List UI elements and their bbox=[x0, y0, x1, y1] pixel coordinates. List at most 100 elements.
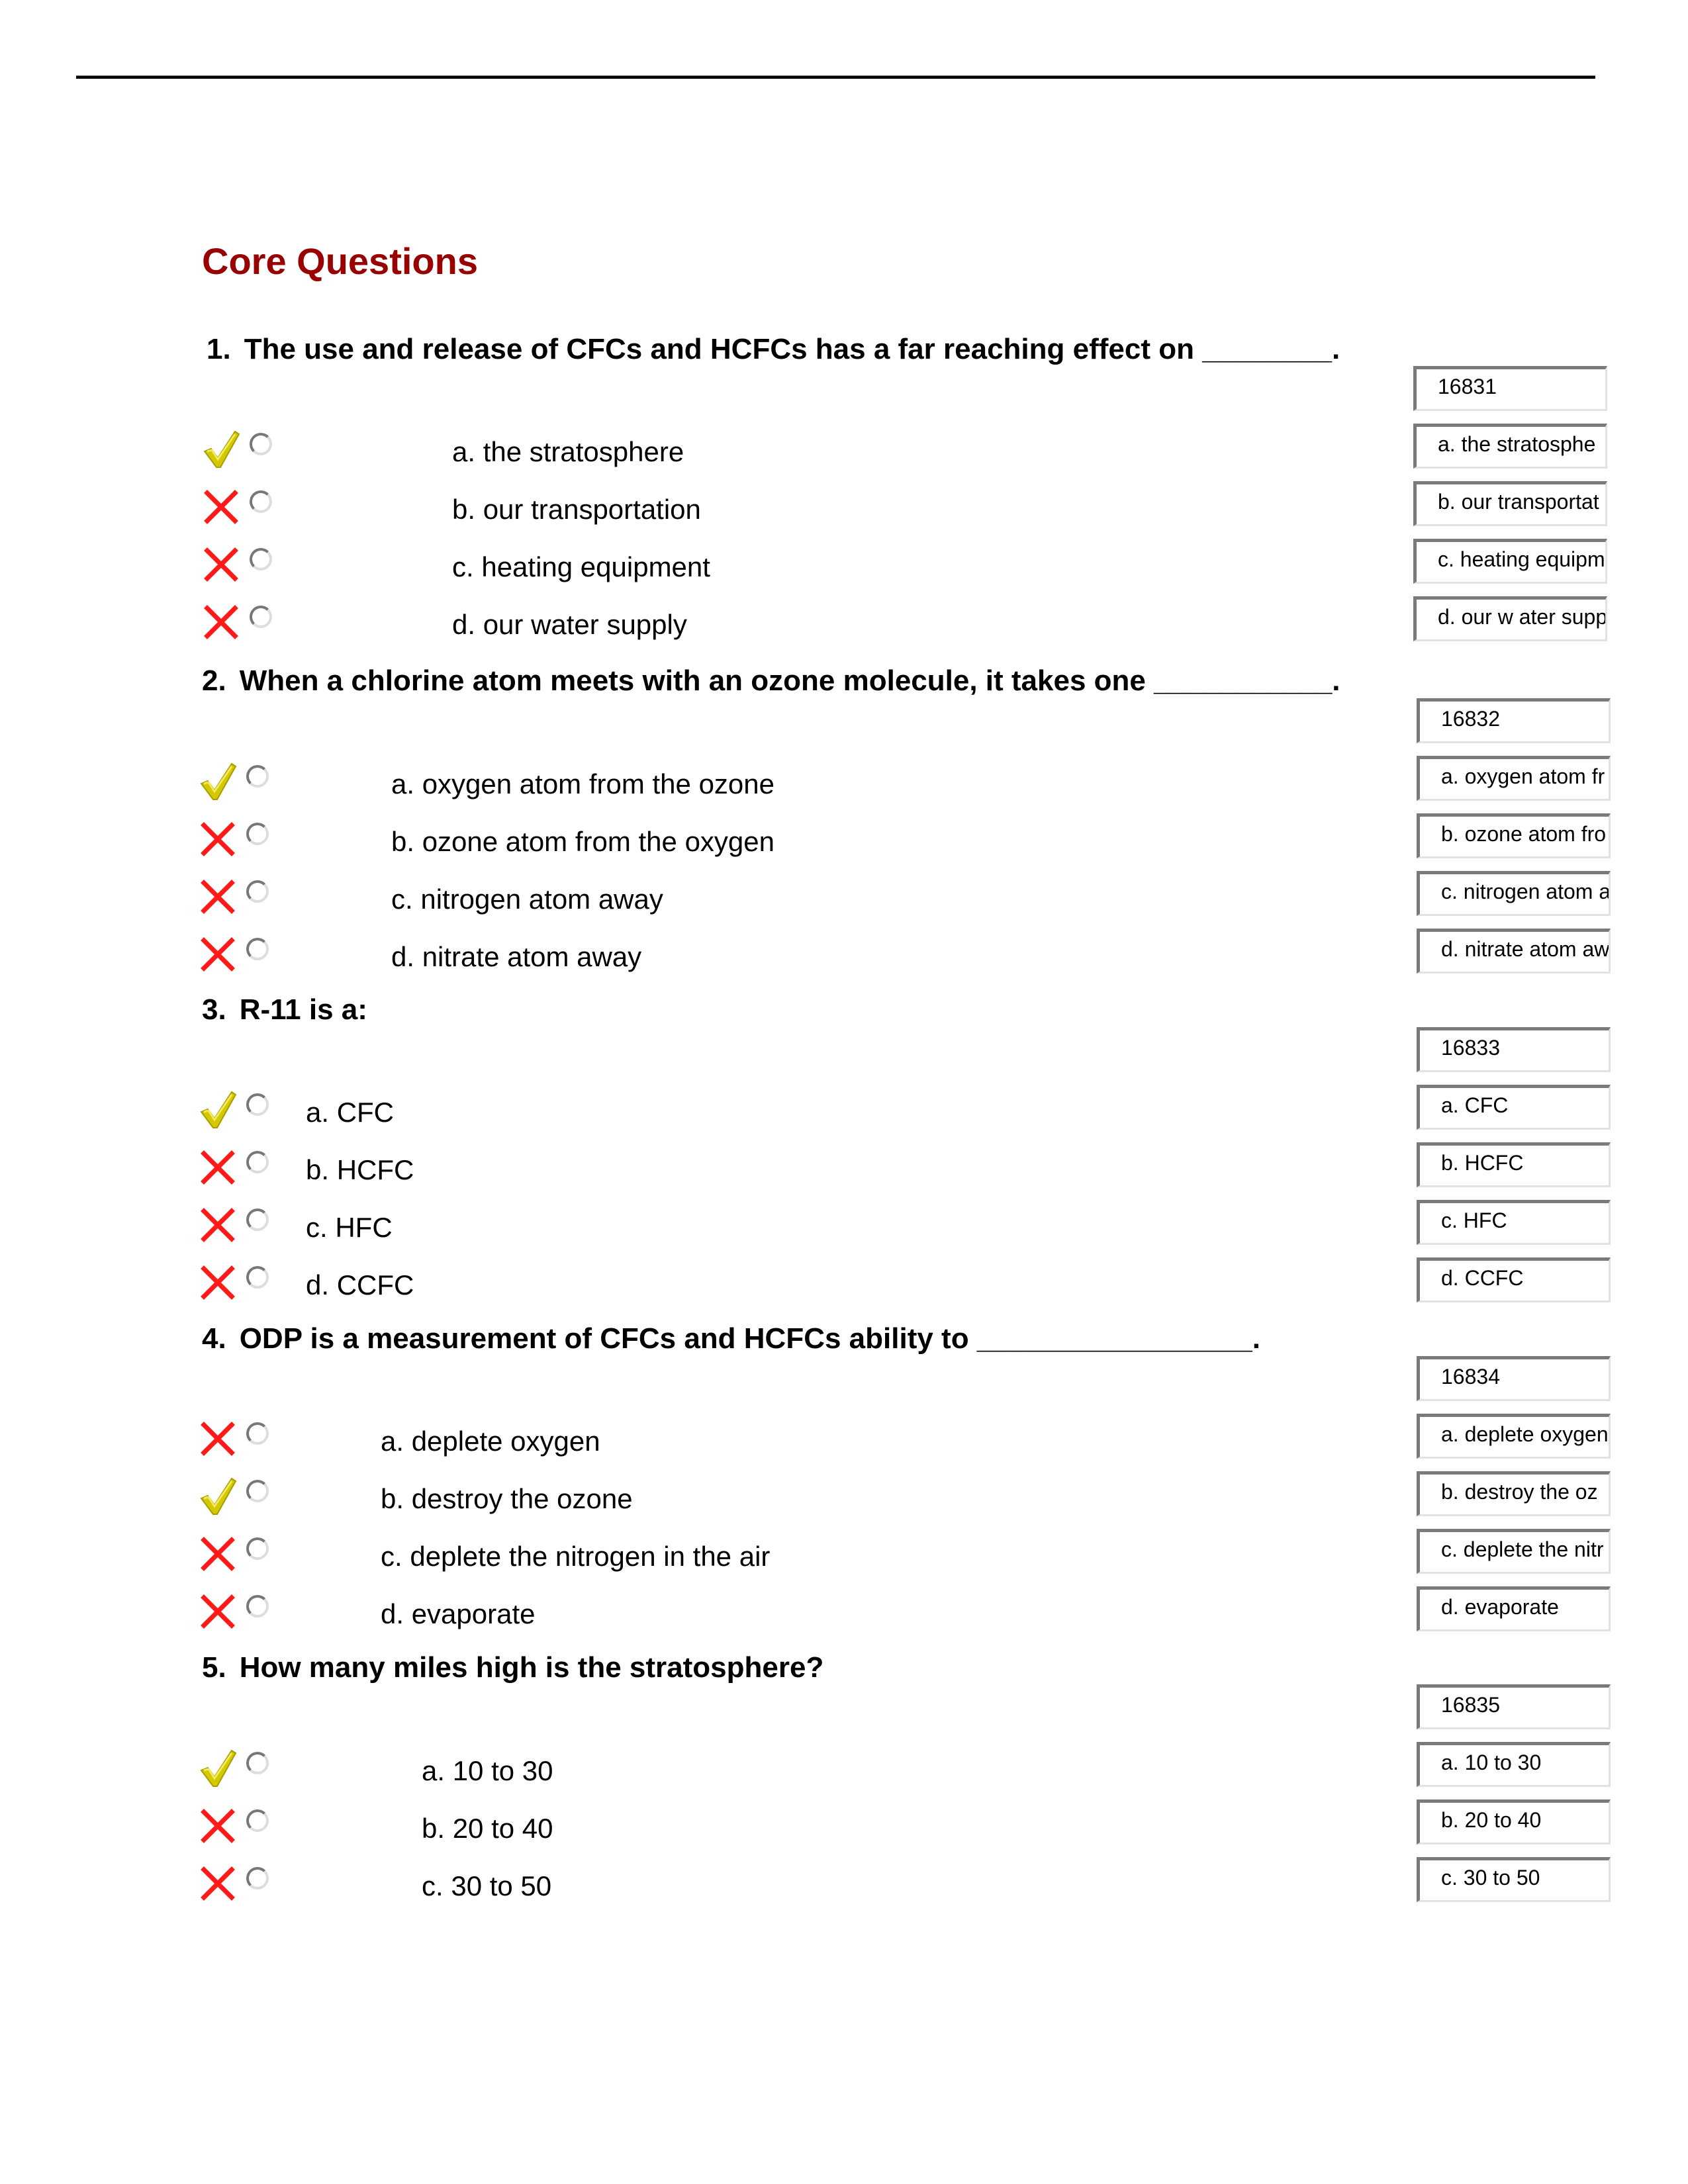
option-text-field[interactable]: d. CCFC bbox=[1417, 1257, 1611, 1302]
option-text-field[interactable]: a. deplete oxygen bbox=[1417, 1414, 1611, 1459]
answer-radio[interactable] bbox=[246, 1537, 269, 1560]
answer-option: a. 10 to 30 bbox=[199, 1748, 1324, 1788]
option-text-field[interactable]: b. HCFC bbox=[1417, 1142, 1611, 1187]
option-label: a. CFC bbox=[306, 1097, 395, 1128]
answer-radio[interactable] bbox=[246, 1595, 269, 1617]
correct-check-icon bbox=[199, 1089, 240, 1130]
option-text-field[interactable]: d. nitrate atom aw bbox=[1417, 929, 1611, 974]
top-rule bbox=[76, 75, 1595, 79]
option-label: c. nitrogen atom away bbox=[391, 884, 663, 915]
incorrect-x-icon bbox=[199, 1147, 240, 1188]
answer-option: c. deplete the nitrogen in the air bbox=[199, 1533, 1324, 1573]
option-label: d. evaporate bbox=[381, 1598, 536, 1629]
answer-option: b. our transportation bbox=[202, 486, 1327, 526]
answer-option: d. evaporate bbox=[199, 1591, 1324, 1631]
answer-option: c. HFC bbox=[199, 1205, 1324, 1244]
option-label: b. ozone atom from the oxygen bbox=[391, 826, 774, 857]
answer-option: d. CCFC bbox=[199, 1262, 1324, 1302]
answer-radio[interactable] bbox=[250, 490, 272, 513]
correct-check-icon bbox=[199, 761, 240, 802]
option-text-field[interactable]: c. 30 to 50 bbox=[1417, 1857, 1611, 1902]
question-text: How many miles high is the stratosphere? bbox=[239, 1651, 824, 1684]
option-label: c. heating equipment bbox=[452, 551, 710, 582]
incorrect-x-icon bbox=[199, 876, 240, 917]
answer-option: d. our water supply bbox=[202, 602, 1327, 641]
answer-radio[interactable] bbox=[250, 433, 272, 455]
answer-radio[interactable] bbox=[250, 548, 272, 570]
question-number: 1. bbox=[207, 333, 231, 365]
answer-radio[interactable] bbox=[250, 606, 272, 628]
option-label: a. the stratosphere bbox=[452, 436, 684, 467]
incorrect-x-icon bbox=[199, 1418, 240, 1459]
answer-radio[interactable] bbox=[246, 1752, 269, 1774]
answer-option: b. 20 to 40 bbox=[199, 1805, 1324, 1845]
option-text-field[interactable]: b. our transportat bbox=[1413, 481, 1607, 526]
option-label: d. our water supply bbox=[452, 609, 687, 640]
answer-option: d. nitrate atom away bbox=[199, 934, 1324, 974]
answer-option: a. deplete oxygen bbox=[199, 1418, 1324, 1458]
answer-radio[interactable] bbox=[246, 1093, 269, 1116]
option-text-field[interactable]: a. oxygen atom fr bbox=[1417, 756, 1611, 801]
answer-radio[interactable] bbox=[246, 938, 269, 960]
option-label: a. deplete oxygen bbox=[381, 1426, 600, 1457]
question-5: 5. How many miles high is the stratospher… bbox=[202, 1651, 823, 1685]
correct-check-icon bbox=[199, 1748, 240, 1789]
question-number: 3. bbox=[202, 993, 226, 1026]
question-number: 4. bbox=[202, 1322, 226, 1355]
option-text-field[interactable]: b. 20 to 40 bbox=[1417, 1799, 1611, 1844]
option-text-field[interactable]: c. deplete the nitr bbox=[1417, 1529, 1611, 1574]
question-id-field[interactable]: 16834 bbox=[1417, 1356, 1611, 1401]
option-text-field[interactable]: b. destroy the oz bbox=[1417, 1471, 1611, 1516]
question-id-field[interactable]: 16833 bbox=[1417, 1027, 1611, 1072]
answer-radio[interactable] bbox=[246, 1266, 269, 1289]
answer-radio[interactable] bbox=[246, 823, 269, 845]
incorrect-x-icon bbox=[199, 1591, 240, 1632]
answer-option: b. destroy the ozone bbox=[199, 1476, 1324, 1516]
option-label: b. our transportation bbox=[452, 494, 701, 525]
page-title: Core Questions bbox=[202, 240, 478, 282]
option-text-field[interactable]: c. nitrogen atom a bbox=[1417, 871, 1611, 916]
answer-radio[interactable] bbox=[246, 1480, 269, 1502]
option-text-field[interactable]: d. evaporate bbox=[1417, 1586, 1611, 1631]
option-label: c. deplete the nitrogen in the air bbox=[381, 1541, 771, 1572]
answer-radio[interactable] bbox=[246, 1151, 269, 1173]
answer-option: b. ozone atom from the oxygen bbox=[199, 819, 1324, 858]
option-label: d. CCFC bbox=[306, 1269, 414, 1300]
answer-radio[interactable] bbox=[246, 1422, 269, 1445]
answer-option: c. nitrogen atom away bbox=[199, 876, 1324, 916]
incorrect-x-icon bbox=[199, 1863, 240, 1904]
answer-radio[interactable] bbox=[246, 765, 269, 788]
question-text: When a chlorine atom meets with an ozone… bbox=[239, 664, 1340, 697]
question-text: ODP is a measurement of CFCs and HCFCs a… bbox=[239, 1322, 1261, 1355]
answer-option: a. oxygen atom from the ozone bbox=[199, 761, 1324, 801]
answer-option: b. HCFC bbox=[199, 1147, 1324, 1187]
question-text: The use and release of CFCs and HCFCs ha… bbox=[244, 333, 1340, 365]
option-text-field[interactable]: c. HFC bbox=[1417, 1200, 1611, 1245]
question-4: 4. ODP is a measurement of CFCs and HCFCs… bbox=[202, 1322, 1260, 1356]
option-text-field[interactable]: d. our w ater supp bbox=[1413, 596, 1607, 641]
correct-check-icon bbox=[199, 1476, 240, 1517]
option-text-field[interactable]: c. heating equipm bbox=[1413, 539, 1607, 584]
option-text-field[interactable]: a. 10 to 30 bbox=[1417, 1742, 1611, 1787]
option-label: b. HCFC bbox=[306, 1154, 414, 1185]
incorrect-x-icon bbox=[202, 486, 243, 527]
question-id-field[interactable]: 16832 bbox=[1417, 698, 1611, 743]
option-label: a. oxygen atom from the ozone bbox=[391, 768, 774, 799]
answer-option: a. CFC bbox=[199, 1089, 1324, 1129]
question-id-field[interactable]: 16831 bbox=[1413, 366, 1607, 411]
option-label: c. 30 to 50 bbox=[422, 1870, 552, 1901]
answer-radio[interactable] bbox=[246, 1809, 269, 1832]
incorrect-x-icon bbox=[202, 544, 243, 585]
question-text: R-11 is a: bbox=[239, 993, 367, 1026]
option-label: c. HFC bbox=[306, 1212, 393, 1243]
answer-radio[interactable] bbox=[246, 880, 269, 903]
question-number: 2. bbox=[202, 664, 226, 697]
option-text-field[interactable]: a. the stratosphe bbox=[1413, 424, 1607, 469]
option-text-field[interactable]: a. CFC bbox=[1417, 1085, 1611, 1130]
answer-option: c. heating equipment bbox=[202, 544, 1327, 584]
question-id-field[interactable]: 16835 bbox=[1417, 1684, 1611, 1729]
answer-radio[interactable] bbox=[246, 1867, 269, 1889]
option-text-field[interactable]: b. ozone atom fro bbox=[1417, 813, 1611, 858]
incorrect-x-icon bbox=[199, 1805, 240, 1846]
answer-radio[interactable] bbox=[246, 1208, 269, 1231]
